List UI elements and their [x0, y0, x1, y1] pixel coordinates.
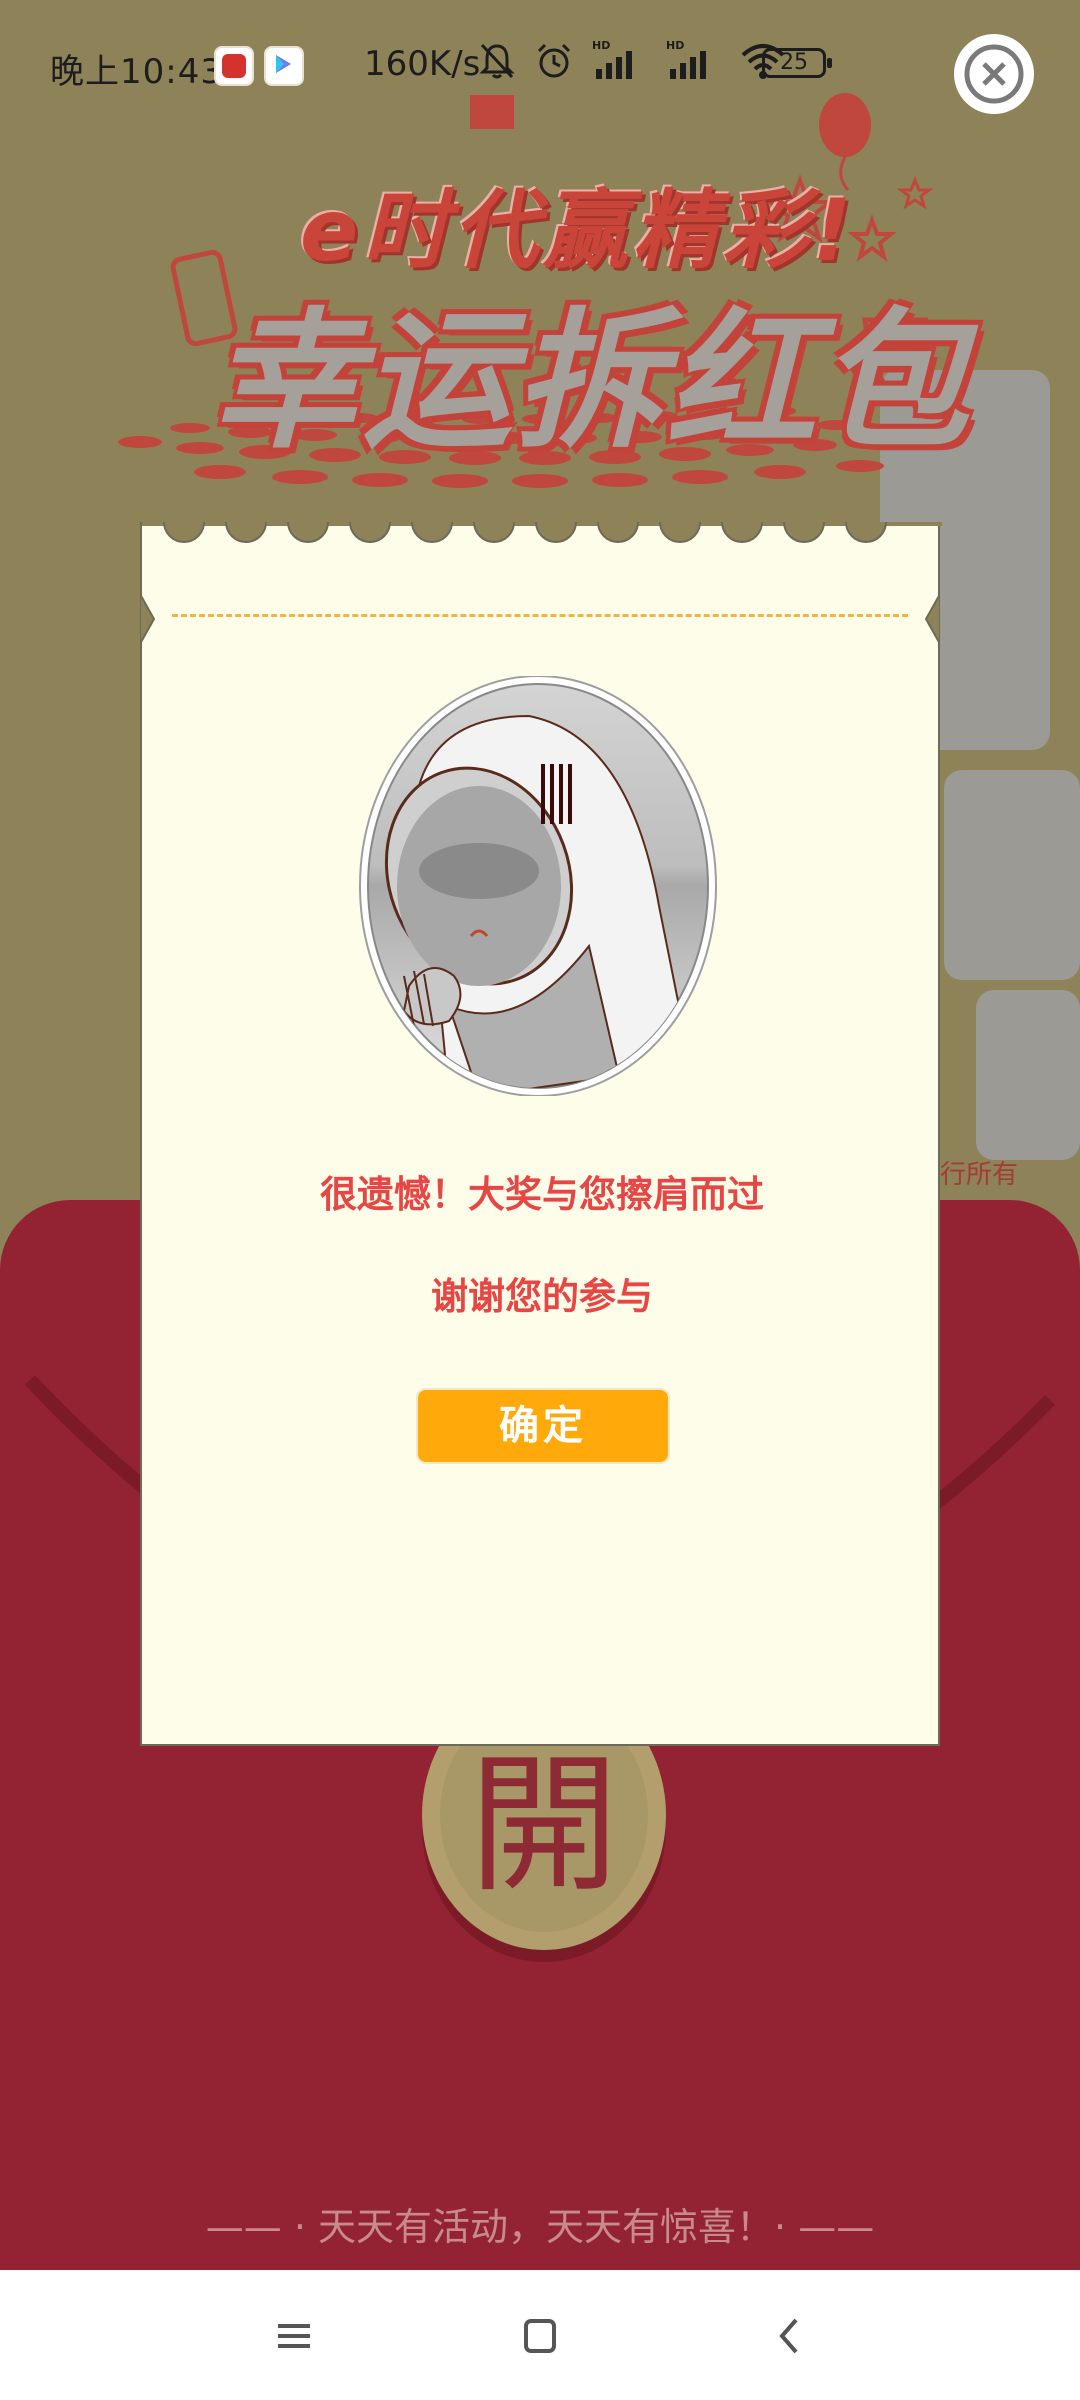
system-nav-bar — [0, 2270, 1080, 2400]
back-button[interactable] — [762, 2308, 818, 2364]
result-dialog: 很遗憾！大奖与您擦肩而过 谢谢您的参与 确定 — [140, 522, 942, 1746]
banner-title: 幸运拆红包 — [210, 295, 971, 469]
battery-level: 25 — [780, 50, 808, 75]
back-chevron-icon — [779, 2318, 798, 2354]
promo-banner: e时代赢精彩! 幸运拆红包 — [100, 80, 980, 490]
dialog-notch-left — [140, 594, 156, 644]
dialog-subtitle: 谢谢您的参与 — [431, 1275, 653, 1318]
dialog-scallop-edge — [142, 522, 942, 543]
sad-character-illustration — [359, 676, 717, 1096]
background-text: 行所有 — [940, 1160, 1019, 1190]
dashed-divider — [172, 614, 908, 617]
menu-icon — [278, 2324, 310, 2348]
menu-button[interactable] — [266, 2308, 322, 2364]
network-speed: 160K/s — [364, 44, 481, 84]
bg-panel — [944, 770, 1080, 980]
svg-text:HD: HD — [666, 39, 684, 52]
svg-text:HD: HD — [592, 39, 610, 52]
bg-panel — [976, 990, 1080, 1160]
battery-indicator: 25 — [762, 48, 832, 78]
dialog-title: 很遗憾！大奖与您擦肩而过 — [320, 1173, 764, 1216]
home-button[interactable] — [512, 2308, 568, 2364]
confirm-button[interactable]: 确定 — [416, 1388, 670, 1464]
dialog-notch-right — [924, 594, 940, 644]
home-square-icon — [524, 2319, 556, 2353]
slogan-text: —— · 天天有活动，天天有惊喜！· —— — [205, 2205, 875, 2249]
